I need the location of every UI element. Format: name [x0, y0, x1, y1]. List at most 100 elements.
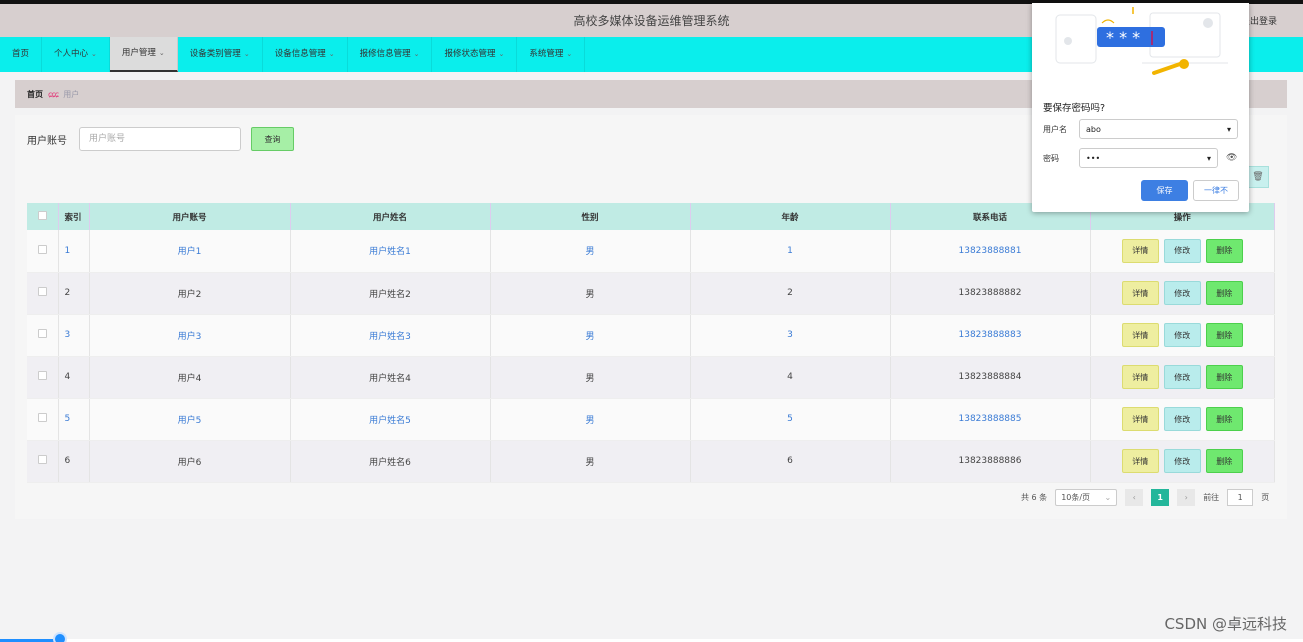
watermark: CSDN @卓远科技 — [1164, 615, 1287, 633]
cell-age: 1 — [690, 230, 891, 273]
menu-item-system[interactable]: 系统管理 ⌄ — [517, 37, 586, 72]
cell-gender: 男 — [490, 314, 691, 357]
cell-phone: 13823888883 — [890, 314, 1091, 357]
cell-name: 用户姓名5 — [290, 398, 491, 441]
username-select[interactable]: abo ▾ — [1079, 119, 1238, 139]
menu-item-device-info[interactable]: 设备信息管理 ⌄ — [263, 37, 348, 72]
column-header-age: 年龄 — [690, 203, 891, 230]
chevron-down-icon: ⌄ — [413, 50, 420, 58]
cell-account: 用户2 — [89, 272, 291, 315]
delete-button[interactable]: 删除 — [1205, 281, 1243, 305]
table-row: 3 用户3 用户姓名3 男 3 13823888883 详情 修改 删除 — [27, 314, 1275, 357]
goto-page-input[interactable]: 1 — [1227, 489, 1254, 506]
prev-page-button[interactable]: ‹ — [1125, 489, 1144, 506]
menu-item-personal-center[interactable]: 个人中心 ⌄ — [42, 37, 110, 72]
cell-phone: 13823888886 — [890, 440, 1091, 483]
detail-button[interactable]: 详情 — [1121, 323, 1159, 347]
breadcrumb-separator: ɕɕɕ — [48, 89, 59, 99]
select-all-checkbox[interactable] — [27, 203, 59, 230]
cell-phone: 13823888882 — [890, 272, 1091, 315]
column-header-name: 用户姓名 — [290, 203, 491, 230]
query-button[interactable]: 查询 — [251, 127, 294, 151]
cell-index: 4 — [58, 356, 90, 399]
menu-item-label: 首页 — [12, 49, 30, 59]
edit-button[interactable]: 修改 — [1163, 407, 1201, 431]
delete-button[interactable]: 删除 — [1205, 449, 1243, 473]
menu-item-label: 报修状态管理 — [444, 49, 496, 59]
delete-selected-icon[interactable]: 🗑 — [1247, 166, 1269, 188]
delete-button[interactable]: 删除 — [1205, 407, 1243, 431]
cell-account: 用户4 — [89, 356, 291, 399]
password-illustration: * * * — [1032, 3, 1249, 88]
chevron-down-icon: ⌄ — [328, 50, 335, 58]
detail-button[interactable]: 详情 — [1121, 281, 1159, 305]
edit-button[interactable]: 修改 — [1163, 238, 1201, 263]
eye-icon[interactable]: 👁 — [1226, 153, 1237, 163]
menu-item-home[interactable]: 首页 — [0, 37, 43, 72]
row-checkbox[interactable] — [27, 272, 59, 315]
next-page-button[interactable]: › — [1177, 489, 1196, 506]
cell-index: 3 — [58, 314, 90, 357]
menu-item-repair-info[interactable]: 报修信息管理 ⌄ — [348, 37, 433, 72]
username-value: abo — [1086, 124, 1101, 134]
search-input[interactable] — [79, 127, 241, 151]
cell-account: 用户1 — [89, 230, 291, 273]
menu-item-repair-status[interactable]: 报修状态管理 ⌄ — [432, 37, 518, 72]
cell-gender: 男 — [490, 440, 691, 483]
cell-gender: 男 — [490, 356, 691, 399]
row-checkbox[interactable] — [27, 230, 59, 273]
cell-account: 用户5 — [89, 398, 291, 441]
password-row: 密码 ••• ▾ 👁 — [1043, 148, 1237, 168]
detail-button[interactable]: 详情 — [1121, 407, 1159, 431]
menu-item-label: 设备类别管理 — [189, 49, 241, 59]
column-header-index: 索引 — [58, 203, 90, 230]
cell-name: 用户姓名2 — [290, 272, 491, 315]
edit-button[interactable]: 修改 — [1163, 449, 1201, 473]
chevron-down-icon: ⌄ — [1104, 493, 1112, 502]
edit-button[interactable]: 修改 — [1163, 365, 1201, 389]
cell-actions: 详情 修改 删除 — [1090, 230, 1275, 273]
password-value: ••• — [1086, 153, 1101, 163]
menu-item-label: 系统管理 — [529, 49, 564, 59]
password-illustration-text: * * * — [1106, 28, 1140, 47]
chevron-down-icon: ⌄ — [91, 50, 97, 58]
delete-button[interactable]: 删除 — [1205, 323, 1243, 347]
detail-button[interactable]: 详情 — [1121, 365, 1159, 389]
never-save-button[interactable]: 一律不 — [1193, 180, 1239, 201]
delete-button[interactable]: 删除 — [1205, 365, 1243, 389]
menu-item-user-management[interactable]: 用户管理 ⌄ — [109, 37, 178, 72]
save-password-button[interactable]: 保存 — [1141, 180, 1188, 201]
column-header-account: 用户账号 — [89, 203, 291, 230]
edit-button[interactable]: 修改 — [1163, 281, 1201, 305]
password-field[interactable]: ••• ▾ — [1079, 148, 1218, 168]
row-checkbox[interactable] — [27, 314, 59, 357]
row-checkbox[interactable] — [27, 440, 59, 483]
chevron-down-icon: ⌄ — [498, 50, 505, 58]
page-number-current[interactable]: 1 — [1151, 489, 1170, 506]
row-checkbox[interactable] — [27, 398, 59, 441]
breadcrumb-home[interactable]: 首页 — [27, 89, 43, 100]
chevron-right-icon: › — [1184, 493, 1188, 502]
delete-button[interactable]: 删除 — [1205, 238, 1243, 263]
scroll-knob[interactable] — [53, 632, 67, 642]
save-password-popup: * * * 要保存密码吗? 用户名 abo ▾ 密码 ••• ▾ 👁 保存 一律… — [1032, 3, 1249, 212]
chevron-left-icon: ‹ — [1132, 493, 1136, 502]
cell-index: 6 — [58, 440, 90, 483]
menu-item-label: 报修信息管理 — [359, 49, 411, 59]
row-checkbox[interactable] — [27, 356, 59, 399]
menu-item-device-category[interactable]: 设备类别管理 ⌄ — [178, 37, 263, 72]
cell-actions: 详情 修改 删除 — [1090, 398, 1275, 441]
cell-age: 2 — [690, 272, 891, 315]
cell-phone: 13823888884 — [890, 356, 1091, 399]
detail-button[interactable]: 详情 — [1121, 238, 1159, 263]
table-row: 4 用户4 用户姓名4 男 4 13823888884 详情 修改 删除 — [27, 356, 1275, 399]
chevron-down-icon: ⌄ — [243, 50, 250, 58]
table-row: 5 用户5 用户姓名5 男 5 13823888885 详情 修改 删除 — [27, 398, 1275, 441]
menu-item-label: 个人中心 — [54, 49, 89, 59]
password-label: 密码 — [1043, 153, 1059, 163]
edit-button[interactable]: 修改 — [1163, 323, 1201, 347]
page-size-value: 10条/页 — [1061, 493, 1091, 502]
detail-button[interactable]: 详情 — [1121, 449, 1159, 473]
cell-index: 5 — [58, 398, 90, 441]
page-size-select[interactable]: 10条/页 ⌄ — [1055, 489, 1118, 506]
